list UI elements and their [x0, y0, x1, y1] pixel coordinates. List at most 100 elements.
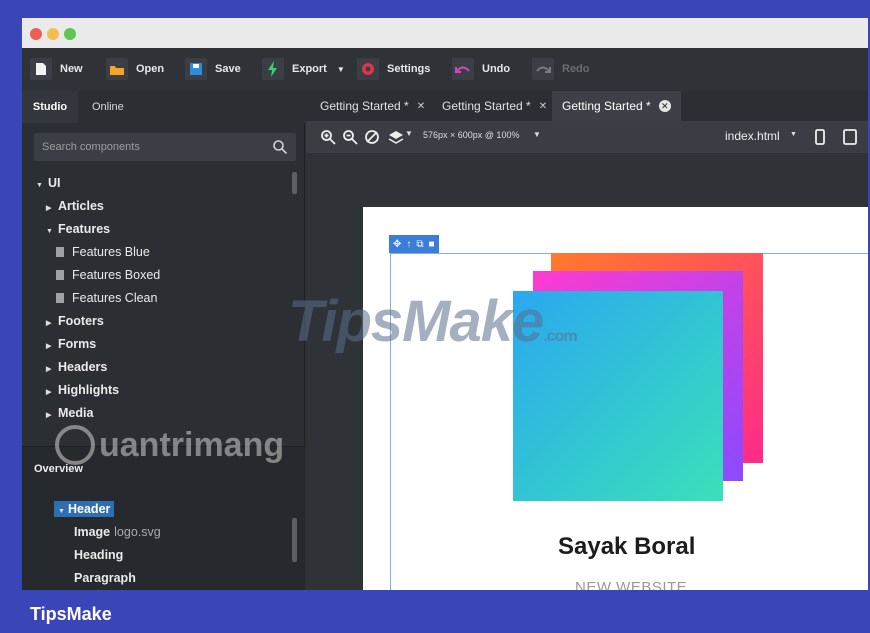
- new-file-icon: [30, 58, 52, 80]
- main-toolbar: New Open Save Export ▼ Settings Undo Red…: [22, 48, 868, 91]
- move-icon[interactable]: ✥: [393, 239, 401, 250]
- caret-right-icon: ▶: [46, 320, 52, 327]
- chevron-down-icon: ▼: [405, 129, 413, 138]
- overview-item-image[interactable]: Image logo.svg: [74, 525, 161, 539]
- new-label: New: [60, 63, 83, 75]
- chevron-down-icon: ▼: [533, 130, 541, 139]
- tablet-icon[interactable]: [842, 129, 858, 145]
- quantrimang-watermark: uantrimang: [55, 425, 284, 465]
- search-input[interactable]: [34, 133, 264, 161]
- tree-item-features-clean[interactable]: Features Clean: [56, 288, 157, 308]
- overview-panel: Overview ▼ Header Image logo.svg Heading P…: [22, 446, 305, 590]
- export-button[interactable]: Export ▼: [262, 57, 345, 81]
- watermark-suffix: .com: [543, 328, 577, 345]
- selection-toolbar: ✥ ↑ ⧉ ■: [389, 235, 439, 253]
- phone-icon[interactable]: [812, 129, 828, 145]
- tree-item-headers[interactable]: ▶ Headers: [46, 357, 107, 377]
- open-button[interactable]: Open: [106, 57, 164, 81]
- close-icon[interactable]: ✕: [417, 101, 425, 112]
- settings-button[interactable]: Settings: [357, 57, 430, 81]
- tree-item-label: Articles: [58, 199, 104, 213]
- quantrimang-logo-icon: [55, 425, 95, 465]
- open-label: Open: [136, 63, 165, 75]
- tree-item-label: Highlights: [58, 383, 120, 397]
- tree-item-footers[interactable]: ▶ Footers: [46, 311, 104, 331]
- floppy-icon: [185, 58, 207, 80]
- component-search: [34, 133, 296, 161]
- caret-down-icon: ▼: [58, 508, 65, 515]
- zoom-in-icon[interactable]: [320, 129, 336, 145]
- design-canvas[interactable]: ✥ ↑ ⧉ ■ Sayak Boral NEW WEBSITE: [306, 153, 868, 590]
- lightning-icon: [262, 58, 284, 80]
- tree-scrollbar[interactable]: [292, 172, 297, 194]
- overview-item-label: Header: [68, 502, 111, 516]
- caret-right-icon: ▶: [46, 412, 52, 419]
- undo-label: Undo: [482, 63, 511, 75]
- tab-studio[interactable]: Studio: [22, 91, 78, 123]
- page-preview[interactable]: ✥ ↑ ⧉ ■ Sayak Boral NEW WEBSITE: [363, 207, 868, 590]
- tab-online[interactable]: Online: [92, 91, 124, 123]
- page-heading[interactable]: Sayak Boral: [558, 533, 695, 561]
- tree-item-media[interactable]: ▶ Media: [46, 403, 93, 423]
- search-icon[interactable]: [272, 139, 288, 155]
- tree-item-articles[interactable]: ▶ Articles: [46, 196, 104, 216]
- save-label: Save: [215, 63, 241, 75]
- undo-button[interactable]: Undo: [452, 57, 510, 81]
- layers-icon[interactable]: [388, 129, 404, 145]
- tree-item-label: Features Blue: [72, 245, 150, 259]
- tree-item-label: Forms: [58, 337, 97, 351]
- new-button[interactable]: New: [30, 57, 83, 81]
- caret-down-icon: ▼: [46, 228, 53, 235]
- close-icon[interactable]: ✕: [658, 100, 671, 112]
- zoom-out-icon[interactable]: [342, 129, 358, 145]
- doc-tab-3[interactable]: Getting Started * ✕: [552, 91, 681, 121]
- tree-item-highlights[interactable]: ▶ Highlights: [46, 380, 119, 400]
- arrow-up-icon[interactable]: ↑: [406, 239, 411, 250]
- tree-item-label: Features Clean: [72, 291, 158, 305]
- tree-item-ui[interactable]: ▼ UI: [36, 173, 61, 193]
- caret-right-icon: ▶: [46, 366, 52, 373]
- copy-icon[interactable]: ⧉: [416, 239, 423, 250]
- tree-item-forms[interactable]: ▶ Forms: [46, 334, 96, 354]
- caret-down-icon: ▼: [36, 182, 43, 189]
- redo-icon: [532, 58, 554, 80]
- tree-item-features[interactable]: ▼ Features: [46, 219, 110, 239]
- overview-scrollbar[interactable]: [292, 518, 297, 562]
- watermark-text: TipsMake: [288, 289, 544, 354]
- minimize-window-button[interactable]: [47, 28, 59, 40]
- tree-item-label: Headers: [58, 360, 108, 374]
- file-icon: [56, 293, 64, 303]
- viewport-size[interactable]: 576px × 600px @ 100%: [423, 130, 519, 140]
- chevron-down-icon: ▼: [790, 131, 797, 138]
- redo-button[interactable]: Redo: [532, 57, 590, 81]
- left-panel: Studio Online ▼ UI ▶ Articles ▼ Features Fe…: [22, 91, 305, 590]
- undo-icon: [452, 58, 474, 80]
- doc-tab-1[interactable]: Getting Started * ✕: [310, 91, 435, 121]
- overview-item-header[interactable]: ▼ Header: [54, 501, 115, 517]
- doc-tab-2[interactable]: Getting Started * ✕: [432, 91, 557, 121]
- overview-item-heading[interactable]: Heading: [74, 548, 123, 562]
- close-window-button[interactable]: [30, 28, 42, 40]
- folder-icon: [106, 58, 128, 80]
- file-icon: [56, 270, 64, 280]
- overview-item-label: Image: [74, 525, 111, 539]
- tree-item-features-boxed[interactable]: Features Boxed: [56, 265, 160, 285]
- caret-right-icon: ▶: [46, 205, 52, 212]
- trash-icon[interactable]: ■: [429, 239, 435, 250]
- panel-tabs: Studio Online: [22, 91, 305, 123]
- gear-icon: [357, 58, 379, 80]
- page-paragraph[interactable]: NEW WEBSITE: [575, 579, 687, 590]
- save-button[interactable]: Save: [185, 57, 241, 81]
- file-select[interactable]: index.html: [725, 129, 780, 143]
- tree-item-features-blue[interactable]: Features Blue: [56, 242, 150, 262]
- maximize-window-button[interactable]: [64, 28, 76, 40]
- chevron-down-icon: ▼: [336, 64, 345, 74]
- file-icon: [56, 247, 64, 257]
- brand-caption: TipsMake: [30, 604, 112, 624]
- document-tabs: Getting Started * ✕ Getting Started * ✕ …: [306, 91, 868, 121]
- overview-item-paragraph[interactable]: Paragraph: [74, 571, 136, 585]
- close-icon[interactable]: ✕: [539, 101, 547, 112]
- rotate-icon[interactable]: [364, 129, 380, 145]
- caret-right-icon: ▶: [46, 343, 52, 350]
- settings-label: Settings: [387, 63, 431, 75]
